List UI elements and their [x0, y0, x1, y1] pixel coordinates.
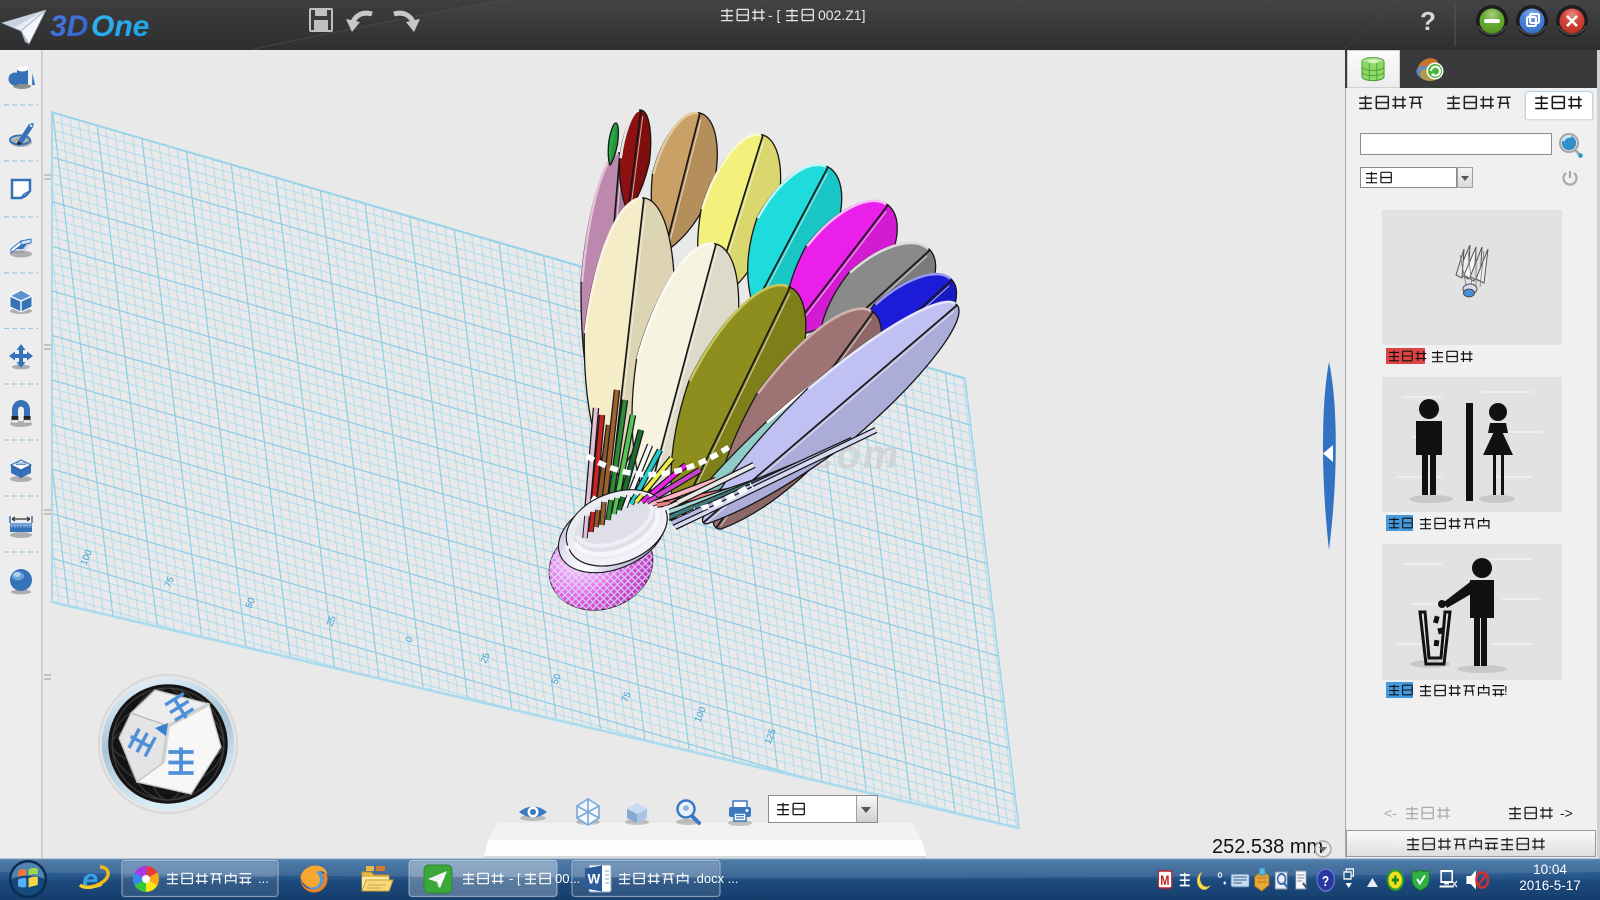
svg-text:3D: 3D — [50, 10, 88, 43]
svg-text:M: M — [1160, 873, 1169, 889]
svg-text:?: ? — [1420, 6, 1436, 36]
svg-text:002.Z1]: 002.Z1] — [818, 7, 865, 23]
svg-text:->: -> — [1560, 805, 1573, 821]
svg-text:00...: 00... — [555, 871, 580, 886]
svg-text:...: ... — [258, 871, 269, 886]
svg-text:.docx ...: .docx ... — [693, 871, 739, 886]
svg-text:!: ! — [1504, 683, 1508, 698]
svg-text:One: One — [91, 10, 149, 43]
svg-text:- [: - [ — [768, 7, 781, 23]
svg-text:<-: <- — [1384, 805, 1397, 821]
svg-text:- [: - [ — [509, 871, 521, 886]
svg-text:?: ? — [1322, 873, 1329, 890]
